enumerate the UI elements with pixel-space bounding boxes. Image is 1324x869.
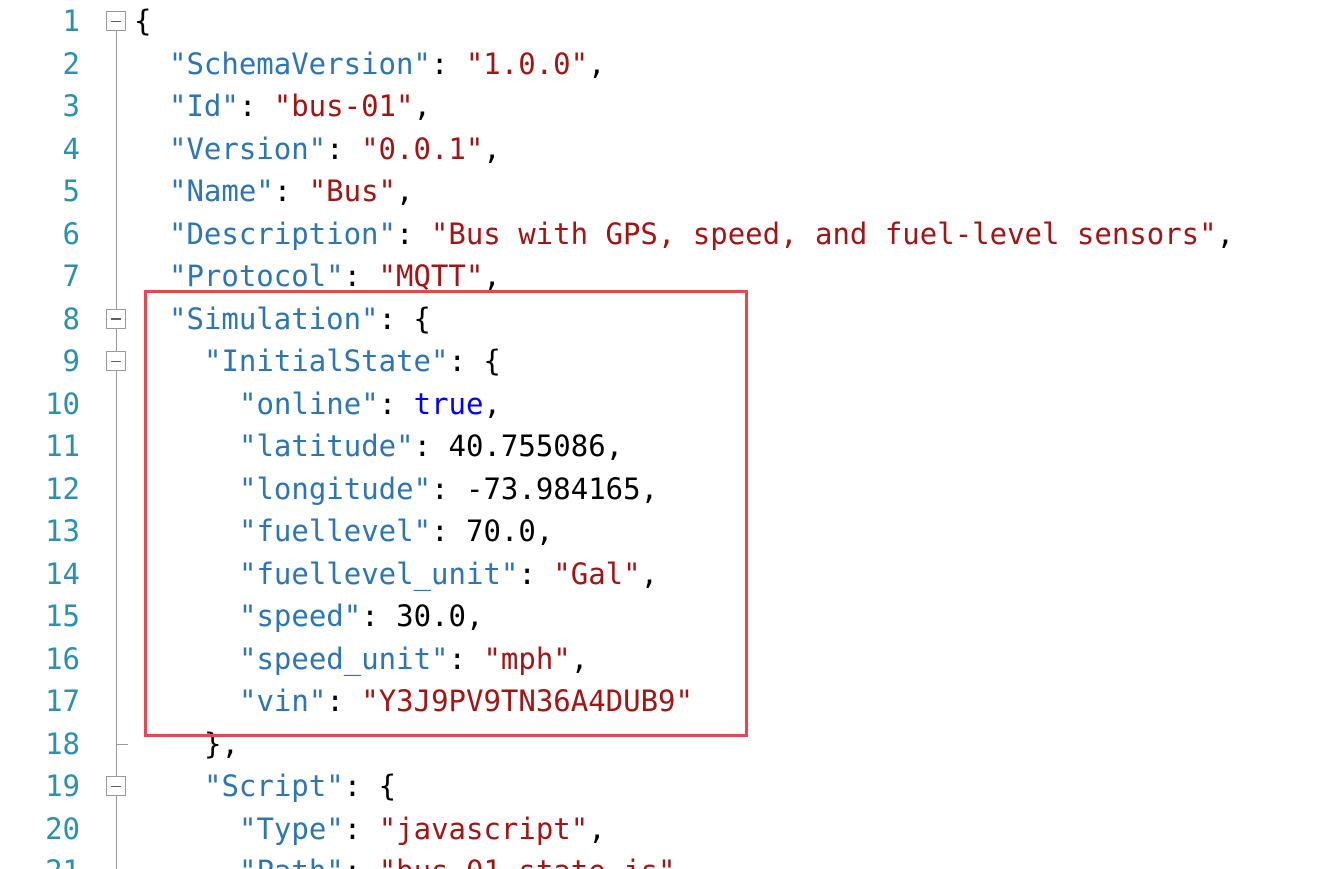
- code-line[interactable]: 20 "Type": "javascript",: [0, 808, 1324, 851]
- code-line[interactable]: 3 "Id": "bus-01",: [0, 85, 1324, 128]
- line-number: 2: [62, 46, 80, 81]
- code-text: {: [134, 0, 151, 43]
- json-string: "1.0.0": [465, 46, 589, 81]
- json-punctuation: :: [395, 216, 431, 251]
- json-key: "SchemaVersion": [169, 46, 431, 81]
- line-number: 21: [0, 850, 80, 869]
- code-text: "Path": "bus-01-state.js": [239, 850, 676, 869]
- json-key: "Id": [169, 89, 239, 123]
- json-punctuation: ,: [1216, 216, 1235, 251]
- json-string: "0.0.1": [361, 131, 484, 166]
- code-line[interactable]: 1{: [0, 0, 1324, 43]
- line-number: 4: [62, 131, 80, 166]
- json-punctuation: :: [343, 259, 379, 293]
- code-text: "Version": "0.0.1",: [169, 128, 501, 171]
- highlight-box: [144, 290, 748, 737]
- line-number: 1: [62, 4, 80, 38]
- fold-guide-line: [115, 328, 117, 352]
- json-punctuation: :: [238, 89, 274, 123]
- json-punctuation: :: [343, 811, 379, 846]
- json-key: "Name": [169, 174, 274, 208]
- line-number: 15: [45, 599, 80, 633]
- code-line[interactable]: 5 "Name": "Bus",: [0, 170, 1324, 213]
- line-number: 5: [62, 174, 80, 208]
- line-number: 8: [62, 301, 80, 336]
- json-punctuation: ,: [483, 259, 501, 293]
- json-punctuation: ,: [396, 174, 414, 208]
- code-text: "Script": {: [204, 765, 396, 808]
- fold-guide-line: [115, 743, 117, 777]
- json-punctuation: ,: [483, 131, 501, 166]
- fold-toggle-icon[interactable]: [106, 308, 126, 329]
- line-number: 3: [62, 89, 80, 123]
- code-text: "Type": "javascript",: [239, 808, 606, 851]
- code-text: "SchemaVersion": "1.0.0",: [169, 43, 606, 86]
- json-string: "MQTT": [378, 259, 484, 293]
- json-punctuation: :: [430, 46, 466, 81]
- line-number: 6: [62, 216, 80, 251]
- code-line[interactable]: 6 "Description": "Bus with GPS, speed, an…: [0, 213, 1324, 256]
- code-text: "Description": "Bus with GPS, speed, and…: [169, 213, 1234, 256]
- line-number: 13: [45, 514, 80, 548]
- json-punctuation: :: [273, 174, 309, 208]
- code-line[interactable]: 2 "SchemaVersion": "1.0.0",: [0, 43, 1324, 86]
- line-number: 17: [45, 684, 80, 718]
- json-punctuation: ,: [588, 811, 606, 846]
- fold-guide-line: [115, 31, 117, 309]
- fold-guide-line: [115, 796, 117, 869]
- json-key: "Protocol": [169, 259, 344, 293]
- code-editor[interactable]: 1{2 "SchemaVersion": "1.0.0", 3 "Id": "bus-…: [0, 0, 1324, 869]
- code-line[interactable]: 21 "Path": "bus-01-state.js": [0, 850, 1324, 869]
- fold-guide-line: [115, 371, 117, 744]
- json-key: "Script": [204, 769, 344, 803]
- fold-toggle-icon[interactable]: [106, 11, 126, 32]
- json-punctuation: ,: [588, 46, 606, 81]
- fold-end-marker: [115, 743, 128, 746]
- json-string: "bus-01-state.js": [379, 854, 676, 869]
- line-number: 16: [45, 641, 80, 676]
- json-key: "Description": [169, 216, 396, 251]
- line-number: 20: [45, 811, 80, 846]
- json-key: "Version": [169, 131, 327, 166]
- json-string: "bus-01": [273, 89, 414, 123]
- line-number: 14: [45, 556, 80, 591]
- line-number: 10: [45, 386, 80, 421]
- line-number: 12: [45, 471, 80, 506]
- code-text: "Name": "Bus",: [169, 170, 413, 213]
- json-key: "Path": [239, 854, 344, 869]
- line-number: 11: [45, 429, 80, 463]
- code-line[interactable]: 4 "Version": "0.0.1",: [0, 128, 1324, 171]
- fold-toggle-icon[interactable]: [106, 776, 126, 797]
- line-number: 9: [62, 344, 80, 378]
- line-number: 7: [62, 259, 80, 293]
- line-number: 18: [45, 726, 80, 761]
- json-punctuation: : {: [343, 769, 397, 803]
- json-punctuation: ,: [413, 89, 431, 123]
- fold-toggle-icon[interactable]: [106, 351, 126, 372]
- json-punctuation: :: [344, 854, 379, 869]
- json-punctuation: {: [134, 4, 152, 38]
- json-string: "Bus with GPS, speed, and fuel-level sen…: [430, 216, 1217, 251]
- json-string: "Bus": [308, 174, 396, 208]
- json-string: "javascript": [378, 811, 589, 846]
- json-key: "Type": [239, 811, 344, 846]
- line-number: 19: [45, 769, 80, 803]
- code-line[interactable]: 19 "Script": {: [0, 765, 1324, 808]
- code-text: "Id": "bus-01",: [169, 85, 431, 128]
- json-punctuation: :: [326, 131, 362, 166]
